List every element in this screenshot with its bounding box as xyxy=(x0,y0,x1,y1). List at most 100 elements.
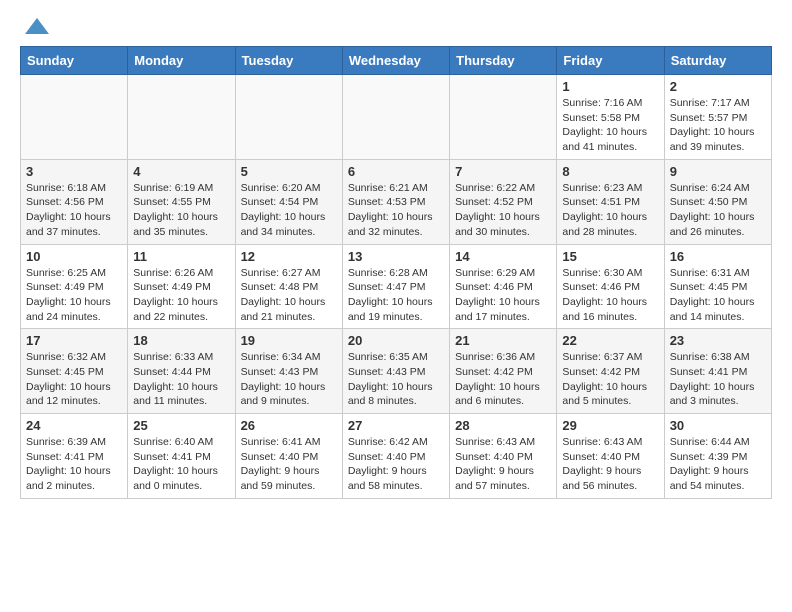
calendar-cell: 12 Sunrise: 6:27 AM Sunset: 4:48 PM Dayli… xyxy=(235,244,342,329)
calendar: SundayMondayTuesdayWednesdayThursdayFrid… xyxy=(20,46,772,499)
weekday-header: Monday xyxy=(128,47,235,75)
day-info: Sunrise: 6:38 AM Sunset: 4:41 PM Dayligh… xyxy=(670,350,766,409)
day-info: Sunrise: 6:26 AM Sunset: 4:49 PM Dayligh… xyxy=(133,266,229,325)
day-info: Sunrise: 6:42 AM Sunset: 4:40 PM Dayligh… xyxy=(348,435,444,494)
day-info: Sunrise: 6:32 AM Sunset: 4:45 PM Dayligh… xyxy=(26,350,122,409)
day-number: 17 xyxy=(26,333,122,348)
weekday-header: Thursday xyxy=(450,47,557,75)
day-number: 24 xyxy=(26,418,122,433)
day-info: Sunrise: 6:37 AM Sunset: 4:42 PM Dayligh… xyxy=(562,350,658,409)
day-info: Sunrise: 6:43 AM Sunset: 4:40 PM Dayligh… xyxy=(455,435,551,494)
day-info: Sunrise: 7:17 AM Sunset: 5:57 PM Dayligh… xyxy=(670,96,766,155)
calendar-cell: 17 Sunrise: 6:32 AM Sunset: 4:45 PM Dayli… xyxy=(21,329,128,414)
day-number: 6 xyxy=(348,164,444,179)
day-number: 27 xyxy=(348,418,444,433)
day-info: Sunrise: 6:19 AM Sunset: 4:55 PM Dayligh… xyxy=(133,181,229,240)
header xyxy=(20,16,772,36)
day-number: 5 xyxy=(241,164,337,179)
day-number: 29 xyxy=(562,418,658,433)
day-info: Sunrise: 6:20 AM Sunset: 4:54 PM Dayligh… xyxy=(241,181,337,240)
day-number: 23 xyxy=(670,333,766,348)
day-number: 9 xyxy=(670,164,766,179)
calendar-cell: 24 Sunrise: 6:39 AM Sunset: 4:41 PM Dayli… xyxy=(21,414,128,499)
day-info: Sunrise: 6:21 AM Sunset: 4:53 PM Dayligh… xyxy=(348,181,444,240)
day-info: Sunrise: 6:34 AM Sunset: 4:43 PM Dayligh… xyxy=(241,350,337,409)
day-number: 11 xyxy=(133,249,229,264)
calendar-cell: 14 Sunrise: 6:29 AM Sunset: 4:46 PM Dayli… xyxy=(450,244,557,329)
weekday-header: Wednesday xyxy=(342,47,449,75)
calendar-cell: 15Sunrise: 6:30 AM Sunset: 4:46 PM Dayli… xyxy=(557,244,664,329)
day-number: 16 xyxy=(670,249,766,264)
calendar-cell: 21 Sunrise: 6:36 AM Sunset: 4:42 PM Dayli… xyxy=(450,329,557,414)
calendar-cell: 10 Sunrise: 6:25 AM Sunset: 4:49 PM Dayli… xyxy=(21,244,128,329)
day-number: 8 xyxy=(562,164,658,179)
day-number: 30 xyxy=(670,418,766,433)
day-number: 26 xyxy=(241,418,337,433)
day-info: Sunrise: 6:22 AM Sunset: 4:52 PM Dayligh… xyxy=(455,181,551,240)
calendar-cell: 16 Sunrise: 6:31 AM Sunset: 4:45 PM Dayli… xyxy=(664,244,771,329)
calendar-header-row: SundayMondayTuesdayWednesdayThursdayFrid… xyxy=(21,47,772,75)
day-number: 13 xyxy=(348,249,444,264)
logo xyxy=(20,16,51,36)
day-number: 14 xyxy=(455,249,551,264)
day-info: Sunrise: 6:44 AM Sunset: 4:39 PM Dayligh… xyxy=(670,435,766,494)
day-info: Sunrise: 6:41 AM Sunset: 4:40 PM Dayligh… xyxy=(241,435,337,494)
calendar-week-row: 1 Sunrise: 7:16 AM Sunset: 5:58 PM Daylig… xyxy=(21,75,772,160)
day-info: Sunrise: 6:39 AM Sunset: 4:41 PM Dayligh… xyxy=(26,435,122,494)
logo-icon xyxy=(23,16,51,36)
calendar-cell: 22 Sunrise: 6:37 AM Sunset: 4:42 PM Dayli… xyxy=(557,329,664,414)
day-info: Sunrise: 6:28 AM Sunset: 4:47 PM Dayligh… xyxy=(348,266,444,325)
calendar-cell: 8 Sunrise: 6:23 AM Sunset: 4:51 PM Daylig… xyxy=(557,159,664,244)
calendar-cell: 20Sunrise: 6:35 AM Sunset: 4:43 PM Dayli… xyxy=(342,329,449,414)
calendar-cell: 26 Sunrise: 6:41 AM Sunset: 4:40 PM Dayli… xyxy=(235,414,342,499)
day-number: 4 xyxy=(133,164,229,179)
calendar-cell: 19 Sunrise: 6:34 AM Sunset: 4:43 PM Dayli… xyxy=(235,329,342,414)
calendar-week-row: 17 Sunrise: 6:32 AM Sunset: 4:45 PM Dayli… xyxy=(21,329,772,414)
calendar-cell xyxy=(235,75,342,160)
day-info: Sunrise: 7:16 AM Sunset: 5:58 PM Dayligh… xyxy=(562,96,658,155)
calendar-cell: 28 Sunrise: 6:43 AM Sunset: 4:40 PM Dayli… xyxy=(450,414,557,499)
day-info: Sunrise: 6:40 AM Sunset: 4:41 PM Dayligh… xyxy=(133,435,229,494)
calendar-week-row: 24 Sunrise: 6:39 AM Sunset: 4:41 PM Dayli… xyxy=(21,414,772,499)
day-info: Sunrise: 6:36 AM Sunset: 4:42 PM Dayligh… xyxy=(455,350,551,409)
weekday-header: Tuesday xyxy=(235,47,342,75)
day-info: Sunrise: 6:43 AM Sunset: 4:40 PM Dayligh… xyxy=(562,435,658,494)
day-number: 21 xyxy=(455,333,551,348)
day-info: Sunrise: 6:31 AM Sunset: 4:45 PM Dayligh… xyxy=(670,266,766,325)
day-info: Sunrise: 6:27 AM Sunset: 4:48 PM Dayligh… xyxy=(241,266,337,325)
calendar-week-row: 10 Sunrise: 6:25 AM Sunset: 4:49 PM Dayli… xyxy=(21,244,772,329)
day-number: 28 xyxy=(455,418,551,433)
day-number: 25 xyxy=(133,418,229,433)
calendar-cell: 7 Sunrise: 6:22 AM Sunset: 4:52 PM Daylig… xyxy=(450,159,557,244)
day-number: 15 xyxy=(562,249,658,264)
day-number: 19 xyxy=(241,333,337,348)
day-info: Sunrise: 6:29 AM Sunset: 4:46 PM Dayligh… xyxy=(455,266,551,325)
day-number: 2 xyxy=(670,79,766,94)
calendar-cell xyxy=(342,75,449,160)
day-info: Sunrise: 6:25 AM Sunset: 4:49 PM Dayligh… xyxy=(26,266,122,325)
calendar-cell: 30 Sunrise: 6:44 AM Sunset: 4:39 PM Dayli… xyxy=(664,414,771,499)
day-number: 20 xyxy=(348,333,444,348)
calendar-cell: 2 Sunrise: 7:17 AM Sunset: 5:57 PM Daylig… xyxy=(664,75,771,160)
calendar-cell: 27 Sunrise: 6:42 AM Sunset: 4:40 PM Dayli… xyxy=(342,414,449,499)
calendar-cell: 3Sunrise: 6:18 AM Sunset: 4:56 PM Daylig… xyxy=(21,159,128,244)
day-info: Sunrise: 6:24 AM Sunset: 4:50 PM Dayligh… xyxy=(670,181,766,240)
calendar-cell: 4 Sunrise: 6:19 AM Sunset: 4:55 PM Daylig… xyxy=(128,159,235,244)
day-number: 22 xyxy=(562,333,658,348)
day-number: 7 xyxy=(455,164,551,179)
day-info: Sunrise: 6:18 AM Sunset: 4:56 PM Dayligh… xyxy=(26,181,122,240)
day-number: 10 xyxy=(26,249,122,264)
calendar-cell: 23 Sunrise: 6:38 AM Sunset: 4:41 PM Dayli… xyxy=(664,329,771,414)
day-number: 1 xyxy=(562,79,658,94)
day-info: Sunrise: 6:23 AM Sunset: 4:51 PM Dayligh… xyxy=(562,181,658,240)
day-number: 12 xyxy=(241,249,337,264)
calendar-week-row: 3Sunrise: 6:18 AM Sunset: 4:56 PM Daylig… xyxy=(21,159,772,244)
calendar-cell xyxy=(21,75,128,160)
calendar-cell: 13 Sunrise: 6:28 AM Sunset: 4:47 PM Dayli… xyxy=(342,244,449,329)
logo-text xyxy=(20,16,51,36)
calendar-cell: 18Sunrise: 6:33 AM Sunset: 4:44 PM Dayli… xyxy=(128,329,235,414)
calendar-cell: 11 Sunrise: 6:26 AM Sunset: 4:49 PM Dayli… xyxy=(128,244,235,329)
calendar-cell xyxy=(128,75,235,160)
calendar-cell: 25 Sunrise: 6:40 AM Sunset: 4:41 PM Dayli… xyxy=(128,414,235,499)
calendar-cell: 9 Sunrise: 6:24 AM Sunset: 4:50 PM Daylig… xyxy=(664,159,771,244)
